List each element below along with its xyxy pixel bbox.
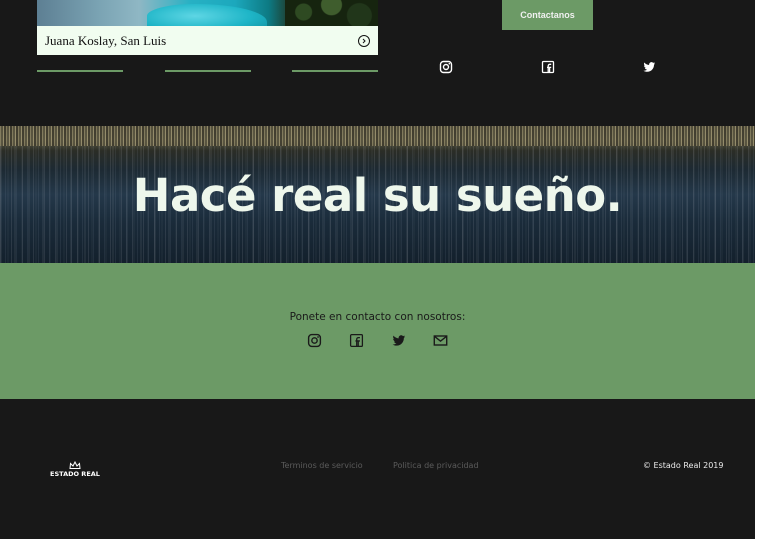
footer-logo[interactable]: ESTADO REAL <box>50 461 100 481</box>
twitter-icon[interactable] <box>391 333 406 348</box>
hero-banner: Hacé real su sueño. <box>0 126 755 263</box>
circle-arrow-right-icon[interactable] <box>358 34 370 47</box>
pool-graphic <box>147 4 267 26</box>
facebook-icon[interactable] <box>349 333 364 348</box>
carousel-indicator-1[interactable] <box>37 70 123 72</box>
foliage-graphic <box>285 0 378 26</box>
terms-link[interactable]: Terminos de servicio <box>281 461 363 470</box>
property-location: Juana Koslay, San Luis <box>45 32 167 48</box>
crown-icon <box>69 461 81 469</box>
property-photo[interactable] <box>37 0 378 26</box>
instagram-icon[interactable] <box>307 333 322 348</box>
carousel-indicator-2[interactable] <box>165 70 251 72</box>
instagram-icon[interactable] <box>439 60 453 74</box>
contact-button[interactable]: Contactanos <box>502 0 593 30</box>
footer-brand: ESTADO REAL <box>50 470 100 478</box>
page: Juana Koslay, San Luis Contactanos Hacé … <box>0 0 755 539</box>
carousel-indicator-3[interactable] <box>292 70 378 72</box>
contact-prompt: Ponete en contacto con nosotros: <box>289 311 466 323</box>
privacy-link[interactable]: Politica de privacidad <box>393 461 479 470</box>
hero-title: Hacé real su sueño. <box>132 169 623 222</box>
mail-icon[interactable] <box>433 333 448 348</box>
facebook-icon[interactable] <box>541 60 555 74</box>
copyright-text: © Estado Real 2019 <box>643 461 724 470</box>
property-caption[interactable]: Juana Koslay, San Luis <box>37 26 378 55</box>
contact-section: Ponete en contacto con nosotros: <box>0 263 755 399</box>
twitter-icon[interactable] <box>642 60 656 74</box>
hero-reeds-texture <box>0 126 755 146</box>
